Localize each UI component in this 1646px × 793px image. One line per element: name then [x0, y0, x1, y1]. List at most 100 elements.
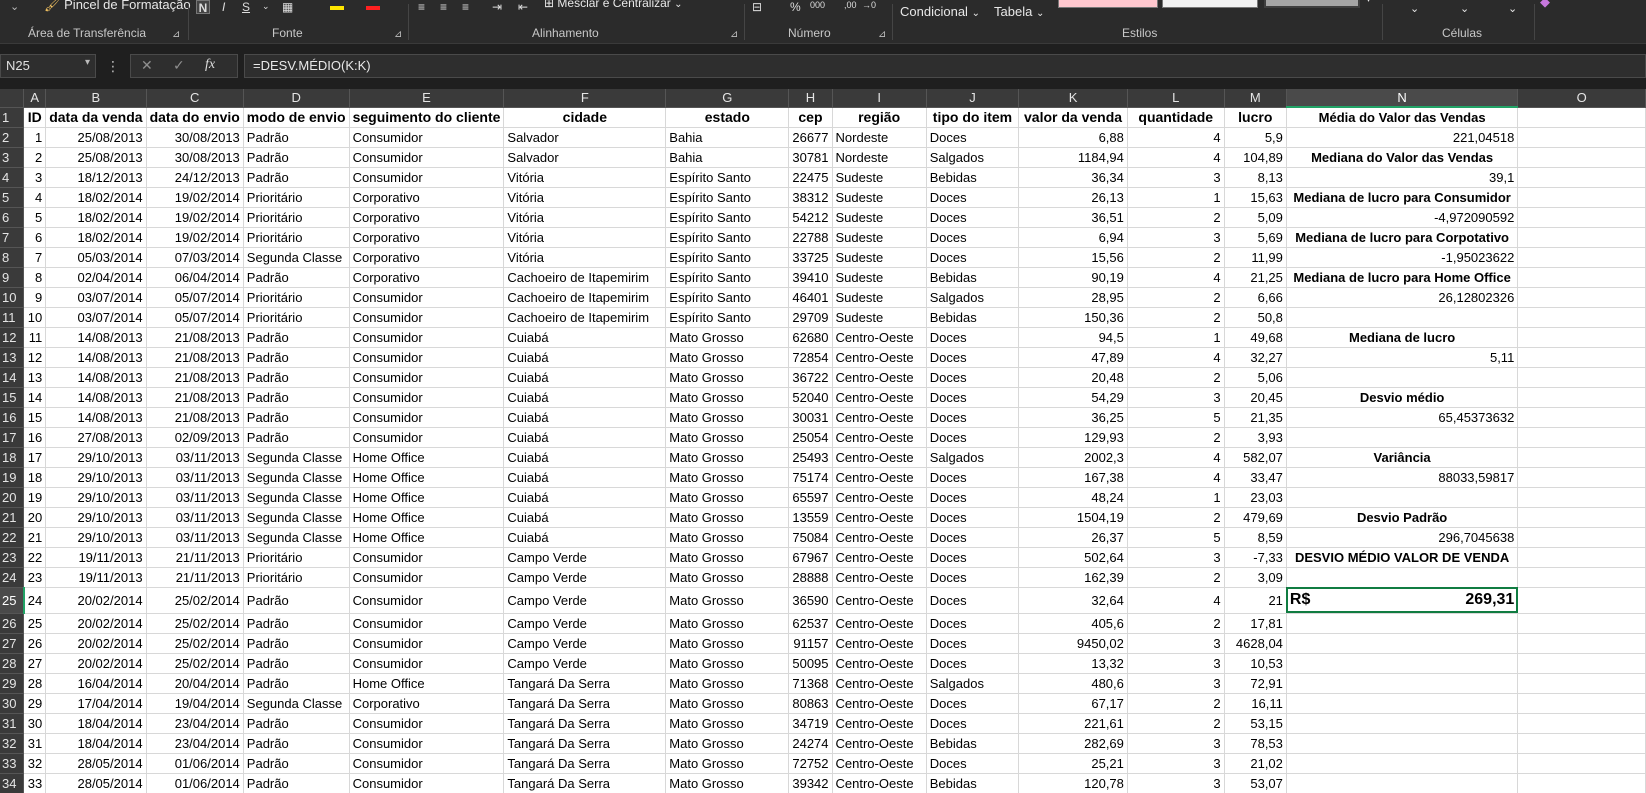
cell[interactable]: 29	[23, 693, 47, 714]
column-header-j[interactable]: J	[926, 89, 1020, 108]
cut-chevron-icon[interactable]: ⌄	[10, 0, 19, 13]
formula-input[interactable]: =DESV.MÉDIO(K:K)	[244, 54, 1646, 78]
cell[interactable]: 46401	[788, 287, 833, 308]
cell[interactable]: 2	[1127, 713, 1225, 734]
cell[interactable]: 21/08/2013	[146, 367, 244, 388]
cell[interactable]: Centro-Oeste	[832, 447, 927, 468]
cell[interactable]: 5,69	[1224, 227, 1287, 248]
cell[interactable]: 75084	[788, 527, 833, 548]
cell[interactable]: 21/08/2013	[146, 387, 244, 408]
cell[interactable]: 17,81	[1224, 613, 1287, 634]
cell[interactable]: 20/02/2014	[45, 587, 147, 614]
cell[interactable]: 3	[23, 167, 47, 188]
cell[interactable]: 75174	[788, 467, 833, 488]
cell[interactable]: Padrão	[243, 613, 350, 634]
underline-dropdown-icon[interactable]: ⌄	[262, 1, 270, 15]
cell[interactable]: 39342	[788, 773, 833, 793]
percent-icon[interactable]: %	[790, 0, 801, 14]
cell[interactable]: Padrão	[243, 267, 350, 288]
cell[interactable]: Doces	[926, 713, 1020, 734]
cell[interactable]: 2	[1127, 693, 1225, 714]
cell[interactable]: Corporativo	[349, 227, 505, 248]
cell[interactable]: 502,64	[1018, 547, 1128, 568]
row-header[interactable]: 29	[0, 673, 25, 694]
cell[interactable]	[1517, 167, 1646, 188]
format-table-button[interactable]: Tabela ⌄	[994, 4, 1044, 19]
cell[interactable]: 20/02/2014	[45, 653, 147, 674]
cell[interactable]: 4	[23, 187, 47, 208]
cell[interactable]	[1517, 207, 1646, 228]
cell[interactable]: 150,36	[1018, 307, 1128, 328]
cell[interactable]: Consumidor	[349, 587, 505, 614]
cell[interactable]: 05/03/2014	[45, 247, 147, 268]
cell[interactable]: Sudeste	[832, 227, 927, 248]
cell[interactable]: 19/11/2013	[45, 567, 147, 588]
cell[interactable]: 7	[23, 247, 47, 268]
cell[interactable]: Vitória	[503, 227, 667, 248]
cell[interactable]: 21/08/2013	[146, 327, 244, 348]
row-header[interactable]: 20	[0, 487, 25, 508]
cell[interactable]: 72,91	[1224, 673, 1287, 694]
cell[interactable]: 13	[23, 367, 47, 388]
cell[interactable]: 14/08/2013	[45, 327, 147, 348]
cell[interactable]: 03/11/2013	[146, 467, 244, 488]
cell[interactable]: 38312	[788, 187, 833, 208]
cell[interactable]: 28888	[788, 567, 833, 588]
cell[interactable]: Espírito Santo	[665, 207, 790, 228]
row-header[interactable]: 4	[0, 167, 25, 188]
cell[interactable]: Mato Grosso	[665, 327, 790, 348]
cell[interactable]: Tangará Da Serra	[503, 693, 667, 714]
cell[interactable]: Doces	[926, 507, 1020, 528]
column-title[interactable]: região	[832, 107, 927, 128]
row-header[interactable]: 14	[0, 367, 25, 388]
row-header[interactable]: 19	[0, 467, 25, 488]
cell[interactable]: Consumidor	[349, 753, 505, 774]
cell[interactable]	[1517, 387, 1646, 408]
cell[interactable]	[1517, 347, 1646, 368]
cell[interactable]: Padrão	[243, 327, 350, 348]
cell[interactable]: 4628,04	[1224, 633, 1287, 654]
cell[interactable]: Bahia	[665, 127, 790, 148]
cell[interactable]: Padrão	[243, 653, 350, 674]
cell[interactable]: 24274	[788, 733, 833, 754]
cell[interactable]: Consumidor	[349, 547, 505, 568]
cell[interactable]: 4	[1127, 347, 1225, 368]
cell[interactable]: 91157	[788, 633, 833, 654]
more-options-icon[interactable]: ⋮	[106, 58, 120, 75]
cell[interactable]: Segunda Classe	[243, 467, 350, 488]
column-title[interactable]: cep	[788, 107, 833, 128]
cell[interactable]: 28/05/2014	[45, 753, 147, 774]
cell[interactable]: 2	[1127, 567, 1225, 588]
cell[interactable]: Sudeste	[832, 187, 927, 208]
cell[interactable]: Mato Grosso	[665, 587, 790, 614]
cell[interactable]	[1517, 287, 1646, 308]
cell[interactable]: 33	[23, 773, 47, 793]
cell[interactable]	[1517, 327, 1646, 348]
cell[interactable]: Doces	[926, 327, 1020, 348]
cell[interactable]: 25/08/2013	[45, 147, 147, 168]
cell[interactable]: Tangará Da Serra	[503, 733, 667, 754]
cell[interactable]: Campo Verde	[503, 613, 667, 634]
cell[interactable]: Centro-Oeste	[832, 507, 927, 528]
cell[interactable]: Bebidas	[926, 267, 1020, 288]
cell[interactable]: 36590	[788, 587, 833, 614]
cell[interactable]: Consumidor	[349, 127, 505, 148]
column-header-h[interactable]: H	[788, 89, 833, 108]
column-header-i[interactable]: I	[832, 89, 927, 108]
stat-cell[interactable]: Mediana do Valor das Vendas	[1286, 147, 1519, 168]
column-title[interactable]: valor da venda	[1018, 107, 1128, 128]
cell[interactable]: 25054	[788, 427, 833, 448]
cell[interactable]: Doces	[926, 207, 1020, 228]
cell[interactable]: Salgados	[926, 673, 1020, 694]
cell[interactable]: Sudeste	[832, 247, 927, 268]
cell[interactable]: 22788	[788, 227, 833, 248]
row-header[interactable]: 8	[0, 247, 25, 268]
cell[interactable]: 6,88	[1018, 127, 1128, 148]
cell[interactable]: Doces	[926, 753, 1020, 774]
column-header-o[interactable]: O	[1517, 89, 1646, 108]
cell[interactable]: Vitória	[503, 187, 667, 208]
cell[interactable]: 29/10/2013	[45, 527, 147, 548]
cell[interactable]: 21	[1224, 587, 1287, 614]
cell[interactable]: 26,37	[1018, 527, 1128, 548]
row-header[interactable]: 26	[0, 613, 25, 634]
